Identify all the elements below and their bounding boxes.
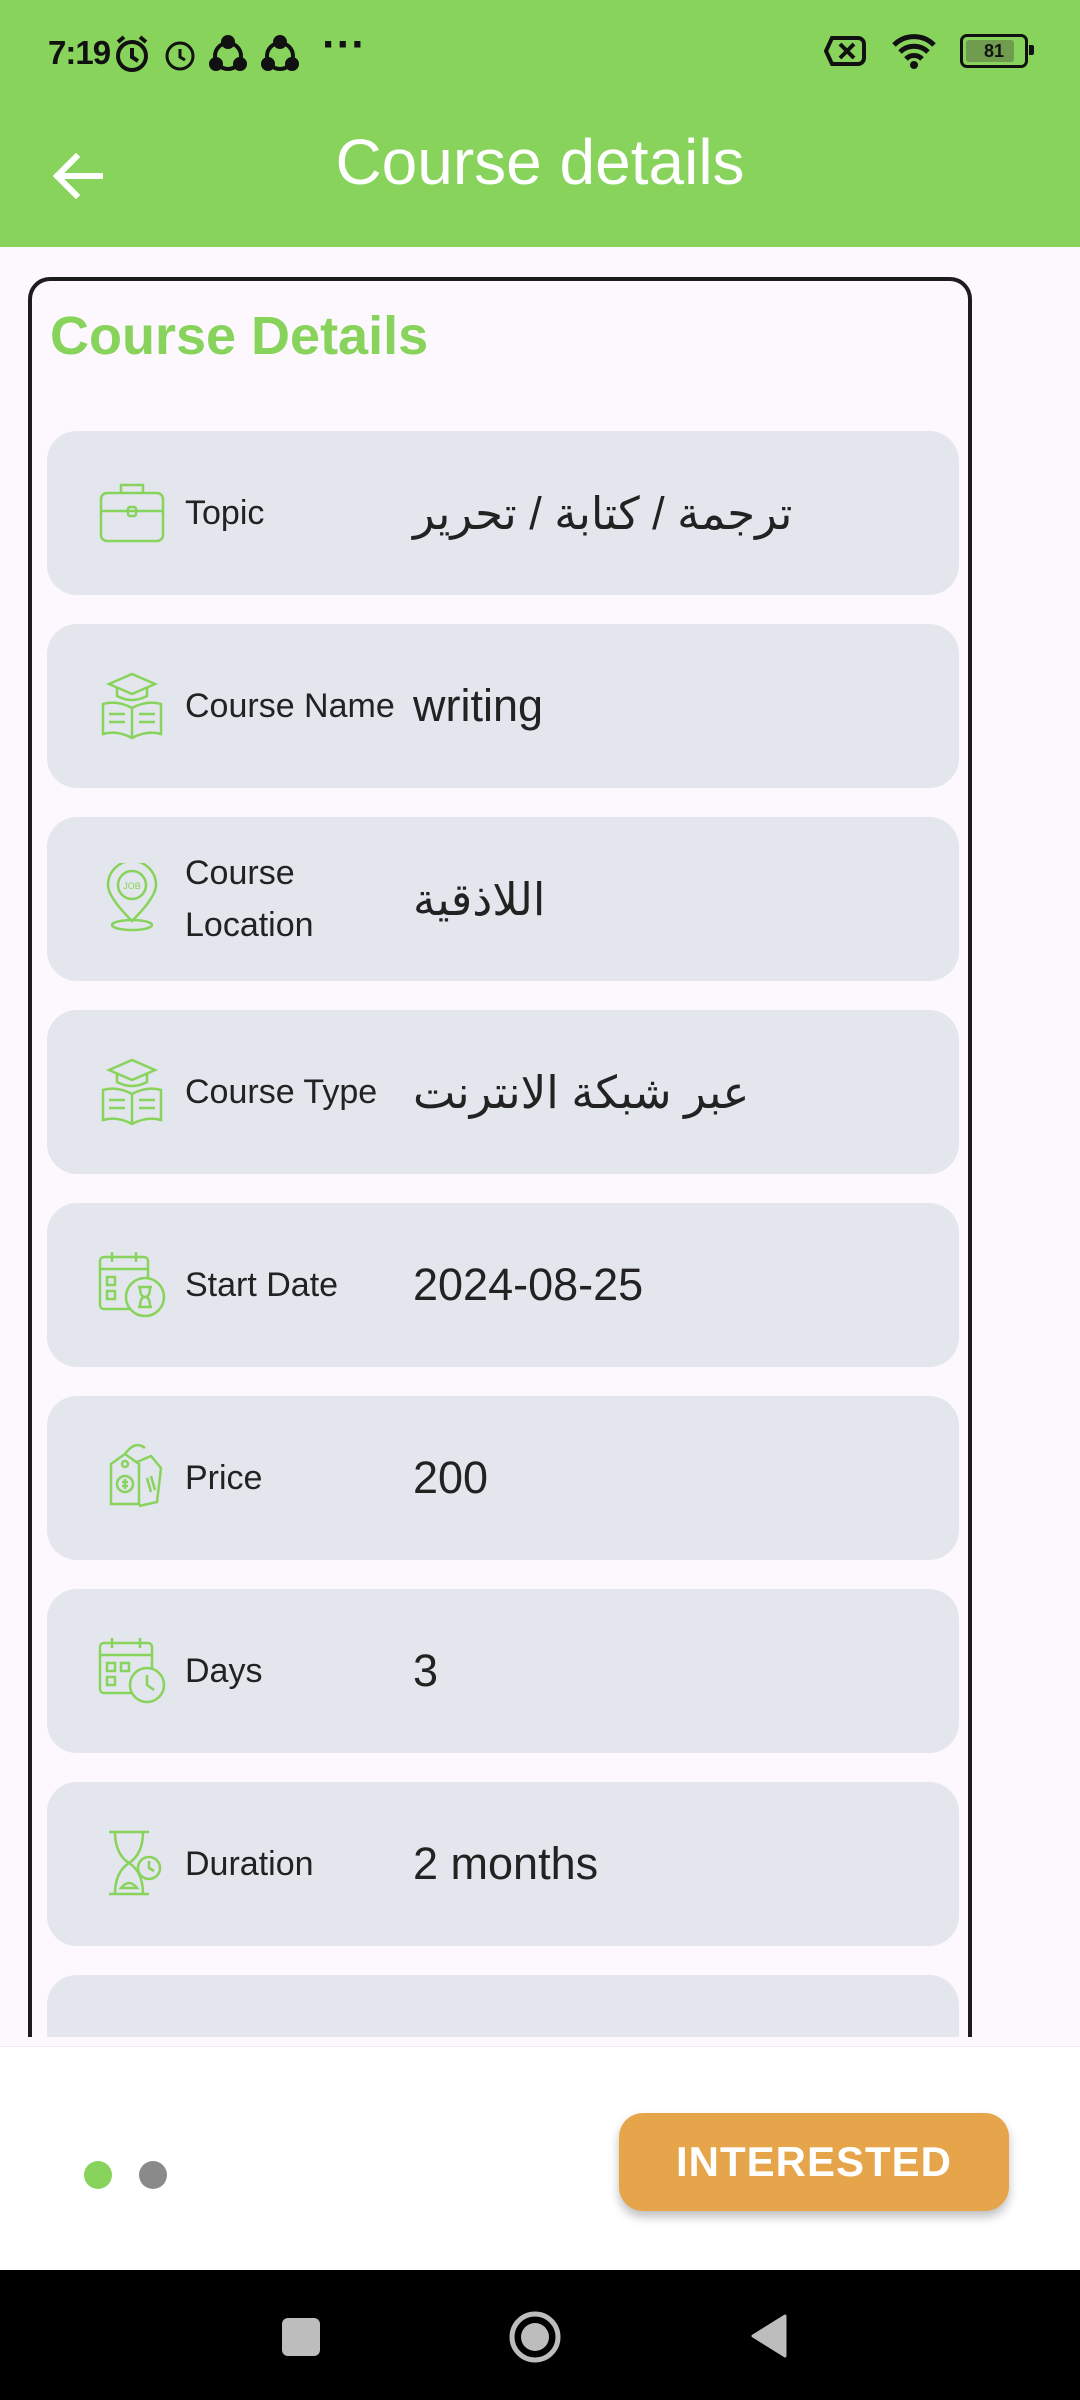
- status-right-icons: 81: [824, 32, 1034, 70]
- detail-label: Start Date: [185, 1266, 339, 1304]
- page-title: Course details: [335, 126, 745, 198]
- detail-label: Course Location: [185, 854, 314, 944]
- detail-row-course-location: JOB Course Location اللاذقية: [47, 817, 959, 981]
- status-bar: 7:19 ··· 81: [0, 0, 1080, 110]
- alarm-and-sync-icons: [116, 35, 299, 72]
- battery-icon: 81: [960, 34, 1034, 68]
- detail-label: Duration: [185, 1845, 314, 1883]
- status-overflow-dots: ···: [322, 20, 366, 69]
- detail-value: 2024-08-25: [413, 1259, 644, 1310]
- detail-value: 2 months: [413, 1838, 599, 1889]
- detail-row-topic: Topic ترجمة / كتابة / تحرير: [47, 431, 959, 595]
- detail-value: writing: [413, 680, 544, 731]
- detail-row-course-name: Course Name writing: [47, 624, 959, 788]
- detail-row-duration: Duration 2 months: [47, 1782, 959, 1946]
- location-pin-icon: JOB: [106, 863, 158, 932]
- details-list: Topic ترجمة / كتابة / تحرير Course Name …: [47, 431, 959, 2037]
- battery-level: 81: [983, 40, 1005, 61]
- page-indicator-dot[interactable]: [139, 2161, 167, 2189]
- system-back-button[interactable]: [749, 2312, 789, 2360]
- wifi-icon: [892, 34, 936, 69]
- detail-value: 3: [413, 1645, 439, 1696]
- detail-label: Course Name: [185, 687, 395, 725]
- detail-value: 200: [413, 1452, 489, 1503]
- detail-row-days: Days 3: [47, 1589, 959, 1753]
- detail-row-price: Price 200: [47, 1396, 959, 1560]
- detail-row-start-date: Start Date 2024-08-25: [47, 1203, 959, 1367]
- status-time: 7:19: [48, 34, 111, 71]
- page-indicator-dot-active[interactable]: [84, 2161, 112, 2189]
- card-title: Course Details: [50, 306, 429, 366]
- detail-row-course-type: Course Type عبر شبكة الانترنت: [47, 1010, 959, 1174]
- no-sim-icon: [824, 36, 866, 66]
- detail-label: Course Type: [185, 1073, 378, 1111]
- course-details-card: Course Details Topic ترجمة / كتابة / تحر…: [28, 277, 972, 2037]
- price-tag-icon: [109, 1443, 163, 1508]
- graduation-book-icon: [101, 672, 163, 740]
- svg-text:JOB: JOB: [123, 881, 141, 891]
- briefcase-icon: [99, 483, 165, 543]
- home-button[interactable]: [508, 2310, 562, 2364]
- detail-value: عبر شبكة الانترنت: [413, 1066, 750, 1118]
- detail-label: Price: [185, 1459, 263, 1497]
- interested-button[interactable]: INTERESTED: [619, 2113, 1009, 2211]
- graduation-book-icon: [101, 1058, 163, 1126]
- system-navigation-bar: [0, 2270, 1080, 2400]
- calendar-hourglass-icon: [98, 1252, 166, 1318]
- status-notification-icons: [108, 30, 318, 78]
- top-app-bar: 7:19 ··· 81 Course details: [0, 0, 1080, 247]
- detail-label: Days: [185, 1652, 263, 1690]
- bottom-action-bar: INTERESTED: [0, 2046, 1080, 2271]
- detail-label: Topic: [185, 494, 265, 532]
- detail-value: اللاذقية: [413, 873, 546, 925]
- recent-apps-button[interactable]: [282, 2318, 320, 2356]
- detail-row-partial: [47, 1975, 959, 2037]
- detail-value: ترجمة / كتابة / تحرير: [413, 487, 793, 539]
- hourglass-icon: [109, 1830, 162, 1896]
- calendar-clock-icon: [98, 1638, 166, 1704]
